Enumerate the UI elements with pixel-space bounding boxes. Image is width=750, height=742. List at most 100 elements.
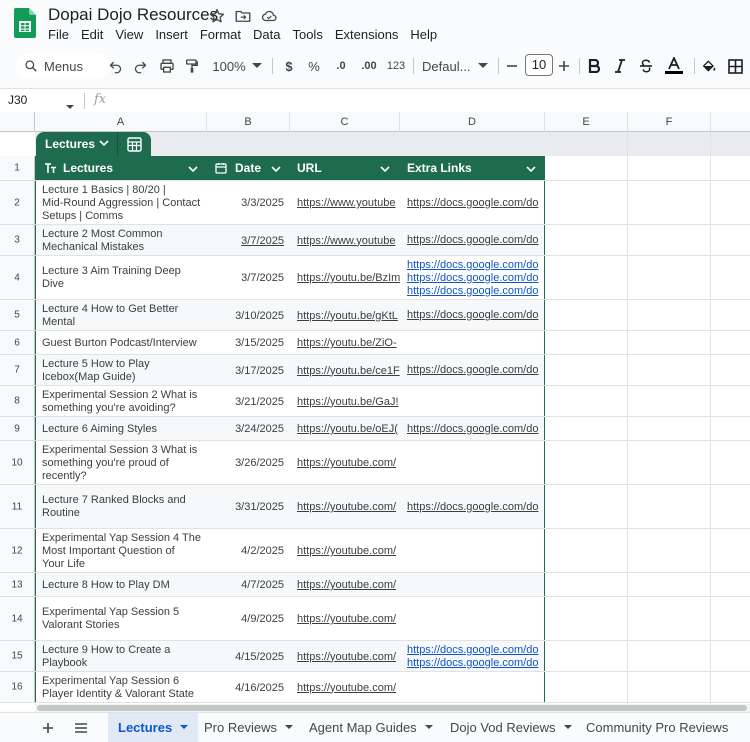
menu-file[interactable]: File	[48, 26, 75, 44]
date-cell[interactable]: 4/7/2025	[208, 573, 284, 597]
menu-insert[interactable]: Insert	[149, 26, 194, 44]
table-row[interactable]: Lecture 3 Aim Training Deep Dive 3/7/2025 h…	[36, 256, 544, 300]
column-header-c[interactable]: C	[290, 112, 400, 132]
row-header[interactable]: 9	[0, 417, 35, 441]
url-cell[interactable]: https://youtube.com/	[297, 672, 400, 703]
extra-link[interactable]: https://docs.google.com/do	[407, 501, 544, 514]
sheet-tab-lectures[interactable]: Lectures	[108, 713, 199, 742]
lecture-cell[interactable]: Experimental Yap Session 4 The Most Impor…	[42, 529, 208, 573]
row-header[interactable]: 13	[0, 573, 35, 597]
date-cell[interactable]: 4/2/2025	[208, 529, 284, 573]
document-title[interactable]: Dopai Dojo Resources	[48, 5, 218, 25]
date-cell[interactable]: 3/3/2025	[208, 181, 284, 225]
zoom-value[interactable]: 100%	[211, 54, 247, 78]
extra-links-cell[interactable]	[407, 331, 544, 355]
table-row[interactable]: Lecture 8 How to Play DM 4/7/2025 https://…	[36, 573, 544, 597]
row-header[interactable]: 11	[0, 485, 35, 529]
text-color-icon[interactable]	[664, 54, 684, 78]
scrollbar-thumb[interactable]	[37, 705, 747, 711]
italic-icon[interactable]	[613, 54, 627, 78]
name-box[interactable]: J30	[8, 93, 27, 107]
menu-tools[interactable]: Tools	[286, 26, 328, 44]
extra-link[interactable]: https://docs.google.com/do	[407, 364, 544, 377]
extra-links-cell[interactable]	[407, 386, 544, 417]
date-cell[interactable]: 3/15/2025	[208, 331, 284, 355]
extra-link[interactable]: https://docs.google.com/do	[407, 644, 544, 657]
date-cell[interactable]: 3/10/2025	[208, 300, 284, 331]
sheet-tab-pro-reviews[interactable]: Pro Reviews	[194, 713, 303, 742]
extra-link[interactable]: https://docs.google.com/do	[407, 423, 544, 436]
date-cell[interactable]: 4/16/2025	[208, 672, 284, 703]
move-folder-icon[interactable]	[234, 7, 252, 25]
cloud-status-icon[interactable]	[260, 7, 278, 25]
menu-data[interactable]: Data	[247, 26, 286, 44]
extra-link[interactable]: https://docs.google.com/do	[407, 285, 544, 298]
fill-color-icon[interactable]	[700, 54, 718, 78]
date-cell[interactable]: 3/21/2025	[208, 386, 284, 417]
url-link[interactable]: https://youtube.com/	[297, 501, 400, 513]
increase-font-size-icon[interactable]	[558, 54, 570, 78]
url-link[interactable]: https://youtu.be/gKtL	[297, 310, 400, 322]
strikethrough-icon[interactable]	[639, 54, 653, 78]
url-link[interactable]: https://youtu.be/oEJ(	[297, 423, 400, 435]
table-row[interactable]: Guest Burton Podcast/Interview 3/15/2025 h…	[36, 331, 544, 355]
column-header-g[interactable]	[711, 112, 750, 132]
extra-link[interactable]: https://docs.google.com/do	[407, 197, 544, 210]
extra-links-cell[interactable]: https://docs.google.com/do	[407, 181, 544, 225]
lecture-cell[interactable]: Lecture 8 How to Play DM	[42, 573, 208, 597]
table-name-chip[interactable]: Lectures	[36, 132, 151, 156]
menu-extensions[interactable]: Extensions	[329, 26, 405, 44]
table-row[interactable]: Lecture 7 Ranked Blocks and Routine 3/31/2…	[36, 485, 544, 529]
url-cell[interactable]: https://youtube.com/	[297, 441, 400, 485]
paint-format-icon[interactable]	[182, 54, 202, 78]
lecture-cell[interactable]: Experimental Yap Session 5 Valorant Stori…	[42, 597, 208, 641]
sheet-tab-agent-map-guides[interactable]: Agent Map Guides	[299, 713, 443, 742]
chevron-down-icon[interactable]	[424, 725, 433, 730]
currency-format-button[interactable]: $	[282, 54, 296, 78]
table-view-icon[interactable]	[127, 137, 142, 152]
sheets-logo-icon[interactable]	[14, 8, 36, 38]
extra-link[interactable]: https://docs.google.com/do	[407, 657, 544, 670]
header-url[interactable]: URL	[297, 156, 322, 181]
row-header[interactable]: 2	[0, 181, 35, 225]
lecture-cell[interactable]: Lecture 9 How to Create a Playbook	[42, 641, 208, 672]
menus-search[interactable]: Menus	[16, 53, 110, 79]
row-header[interactable]: 12	[0, 529, 35, 573]
url-cell[interactable]: https://youtu.be/GaJ!	[297, 386, 400, 417]
url-cell[interactable]: https://www.youtube	[297, 181, 400, 225]
url-link[interactable]: https://youtu.be/ZiO-	[297, 337, 400, 349]
row-header[interactable]: 16	[0, 672, 35, 703]
url-cell[interactable]: https://youtu.be/oEJ(	[297, 417, 400, 441]
url-cell[interactable]: https://youtube.com/	[297, 529, 400, 573]
table-row[interactable]: Experimental Yap Session 6 Player Identit…	[36, 672, 544, 703]
lecture-cell[interactable]: Lecture 3 Aim Training Deep Dive	[42, 256, 208, 300]
url-link[interactable]: https://youtube.com/	[297, 457, 400, 469]
chevron-down-icon[interactable]	[188, 166, 198, 173]
percent-format-button[interactable]: %	[307, 54, 321, 78]
print-icon[interactable]	[157, 54, 177, 78]
chevron-down-icon[interactable]	[271, 166, 281, 173]
url-link[interactable]: https://youtu.be/GaJ!	[297, 396, 400, 408]
row-header[interactable]: 8	[0, 386, 35, 417]
chevron-down-icon[interactable]	[526, 166, 536, 173]
add-sheet-icon[interactable]	[39, 719, 57, 737]
url-cell[interactable]: https://youtube.com/	[297, 573, 400, 597]
url-cell[interactable]: https://youtu.be/BzIm	[297, 256, 400, 300]
more-formats-button[interactable]: 123	[384, 54, 408, 78]
row-header[interactable]: 3	[0, 225, 35, 256]
table-row[interactable]: Experimental Yap Session 4 The Most Impor…	[36, 529, 544, 573]
extra-links-cell[interactable]: https://docs.google.com/do	[407, 225, 544, 256]
url-cell[interactable]: https://youtu.be/ce1F	[297, 355, 400, 386]
decrease-font-size-icon[interactable]	[506, 54, 518, 78]
url-cell[interactable]: https://youtube.com/	[297, 641, 400, 672]
extra-link[interactable]: https://docs.google.com/do	[407, 234, 544, 247]
extra-links-cell[interactable]	[407, 529, 544, 573]
url-cell[interactable]: https://youtu.be/gKtL	[297, 300, 400, 331]
header-lectures[interactable]: Lectures	[63, 156, 113, 181]
chevron-down-icon[interactable]	[477, 54, 489, 78]
url-link[interactable]: https://youtube.com/	[297, 579, 400, 591]
extra-links-cell[interactable]: https://docs.google.com/do https://docs.g…	[407, 641, 544, 672]
table-row[interactable]: Lecture 2 Most Common Mechanical Mistakes…	[36, 225, 544, 256]
url-cell[interactable]: https://youtu.be/ZiO-	[297, 331, 400, 355]
row-header[interactable]: 10	[0, 441, 35, 485]
